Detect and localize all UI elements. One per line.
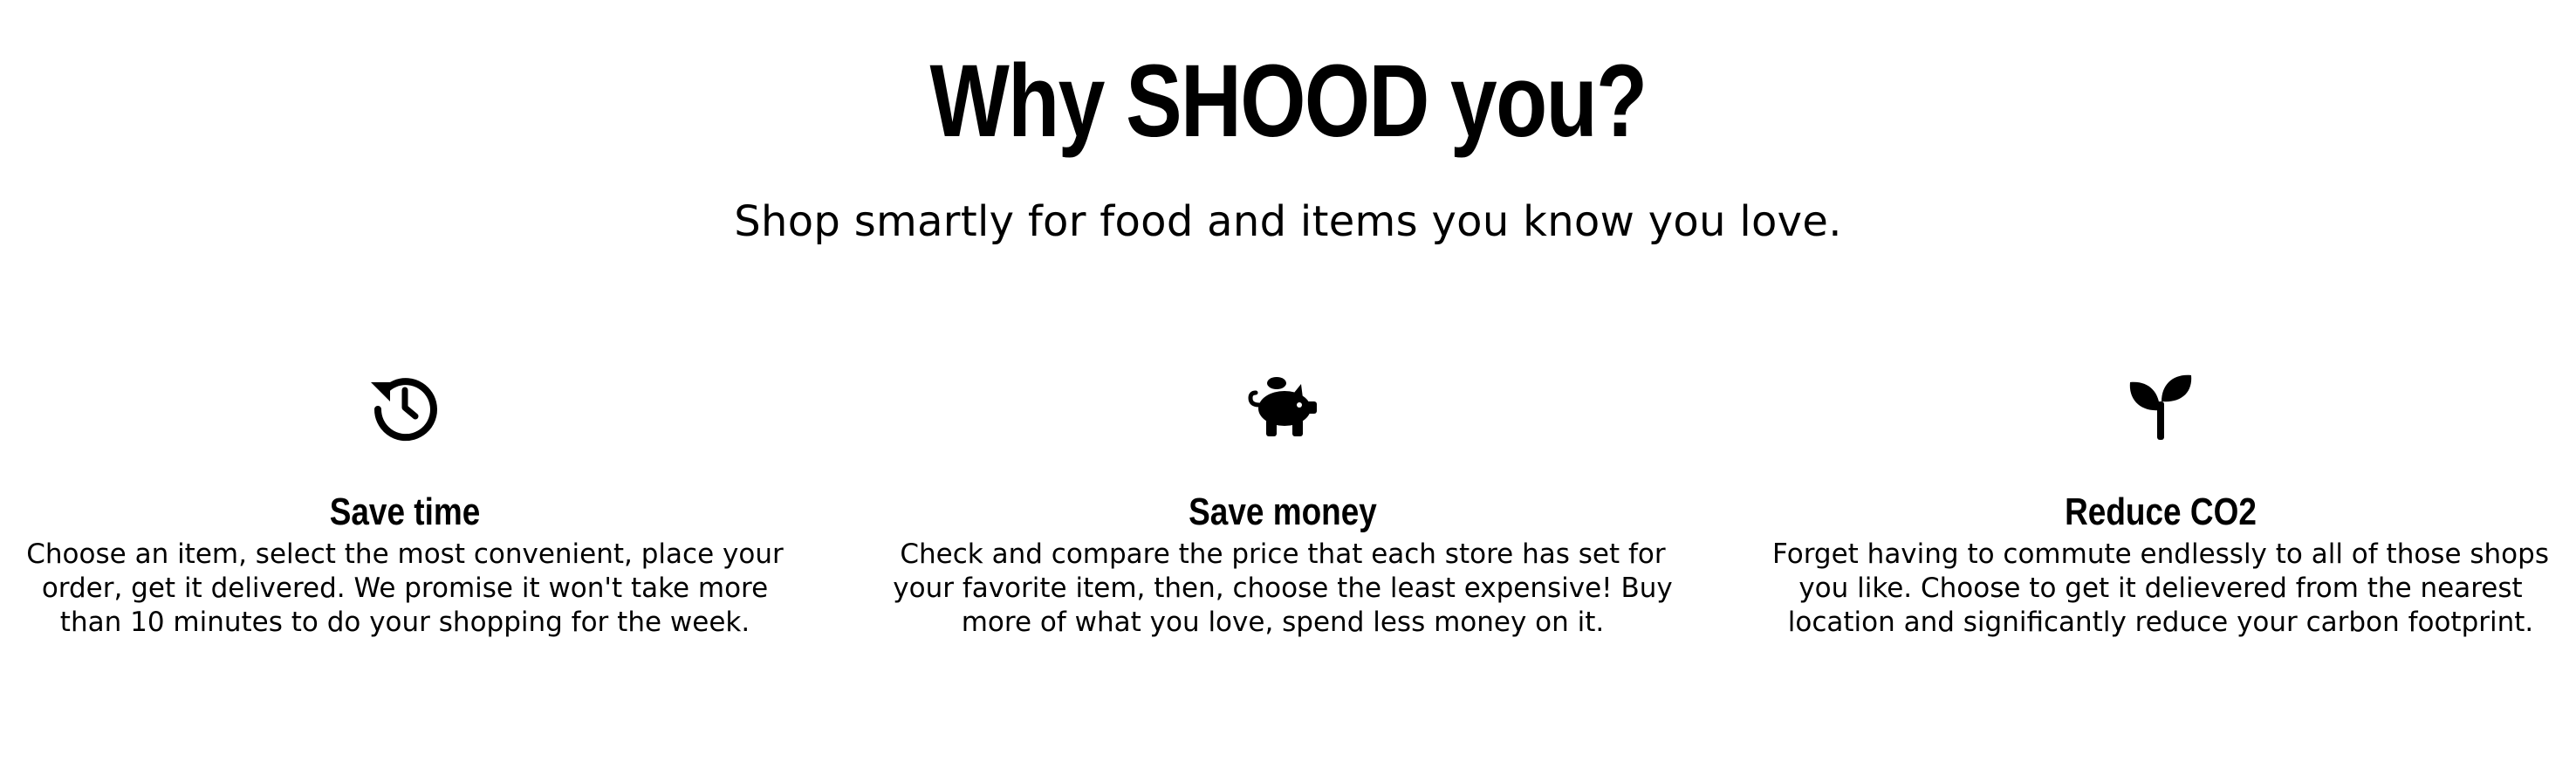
feature-description: Check and compare the price that each st… [893, 538, 1673, 638]
page-title: Why SHOOD you? [929, 44, 1648, 159]
feature-title: Save money [1189, 490, 1377, 533]
piggy-bank-icon [1243, 367, 1322, 445]
history-icon [366, 367, 444, 445]
features-list: Save time Choose an item, select the mos… [0, 367, 2576, 681]
feature-description: Choose an item, select the most convenie… [26, 538, 784, 638]
seedling-icon [2121, 367, 2200, 445]
page-subtitle: Shop smartly for food and items you know… [734, 197, 1842, 246]
feature-description: Forget having to commute endlessly to al… [1772, 538, 2549, 638]
feature-title: Reduce CO2 [2065, 490, 2257, 533]
feature-title: Save time [329, 490, 481, 533]
